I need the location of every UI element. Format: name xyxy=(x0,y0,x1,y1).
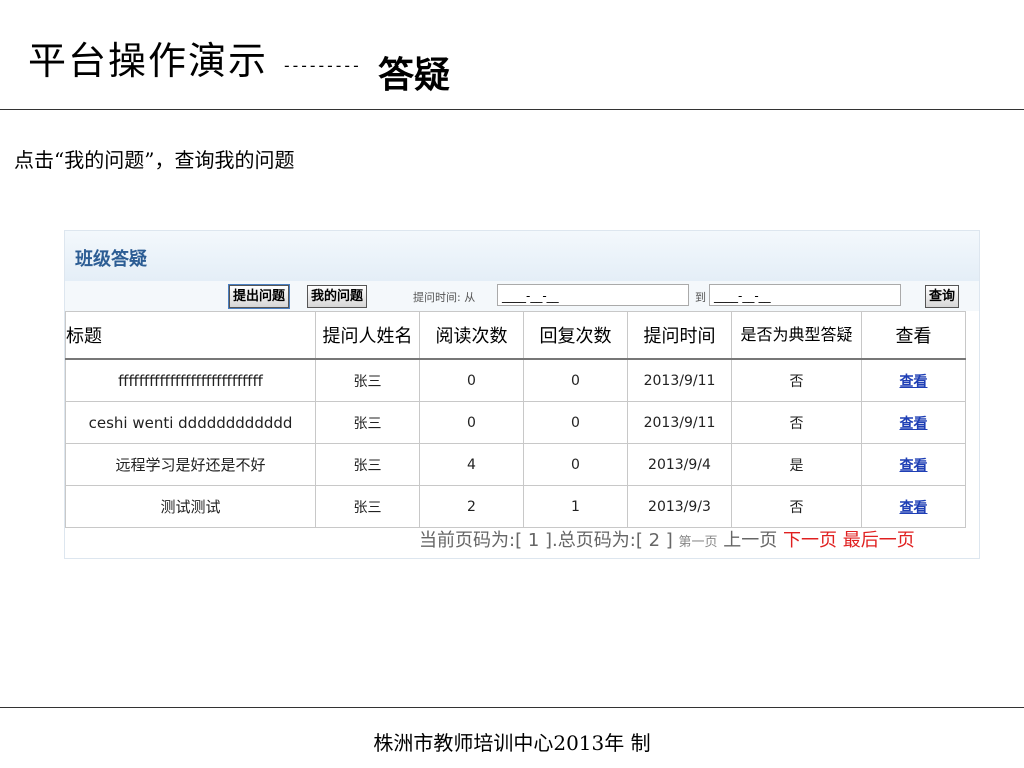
view-link[interactable]: 查看 xyxy=(900,374,928,390)
panel-title: 班级答疑 xyxy=(75,249,147,270)
table-row: ffffffffffffffffffffffffffff 张三 0 0 2013… xyxy=(65,358,966,402)
date-to-input[interactable]: ____-__-__ xyxy=(709,284,901,306)
header-view: 查看 xyxy=(861,311,966,360)
row-reads: 4 xyxy=(419,443,524,486)
header-reads: 阅读次数 xyxy=(419,311,524,360)
row-typical: 否 xyxy=(731,358,862,402)
title-separator: --------- xyxy=(282,56,361,75)
row-title: 测试测试 xyxy=(65,485,316,528)
row-replies: 0 xyxy=(523,443,628,486)
row-title: 远程学习是好还是不好 xyxy=(65,443,316,486)
date-from-input[interactable]: ____-__-__ xyxy=(497,284,689,306)
view-link[interactable]: 查看 xyxy=(900,416,928,432)
slide-title: 平台操作演示 xyxy=(28,39,269,83)
row-title: ffffffffffffffffffffffffffff xyxy=(65,358,316,402)
panel-header: 班级答疑 xyxy=(65,231,979,281)
row-typical: 否 xyxy=(731,485,862,528)
table-row: 远程学习是好还是不好 张三 4 0 2013/9/4 是 查看 xyxy=(65,443,966,486)
first-page-link[interactable]: 第一页 xyxy=(679,535,718,550)
last-page-link[interactable]: 最后一页 xyxy=(843,530,915,551)
table-header-row: 标题 提问人姓名 阅读次数 回复次数 提问时间 是否为典型答疑 查看 xyxy=(65,311,966,360)
row-asker: 张三 xyxy=(315,485,420,528)
row-view-cell: 查看 xyxy=(861,358,966,402)
table-row: ceshi wenti dddddddddddd 张三 0 0 2013/9/1… xyxy=(65,401,966,444)
pagination: 当前页码为:[ 1 ].总页码为:[ 2 ] 第一页 上一页 下一页 最后一页 xyxy=(419,526,915,552)
row-time: 2013/9/11 xyxy=(627,401,732,444)
row-replies: 0 xyxy=(523,358,628,402)
instruction-text: 点击“我的问题”，查询我的问题 xyxy=(14,148,295,172)
row-view-cell: 查看 xyxy=(861,443,966,486)
my-questions-button[interactable]: 我的问题 xyxy=(307,285,368,308)
view-link[interactable]: 查看 xyxy=(900,500,928,516)
header-replies: 回复次数 xyxy=(523,311,628,360)
row-time: 2013/9/11 xyxy=(627,358,732,402)
view-link[interactable]: 查看 xyxy=(900,458,928,474)
row-typical: 否 xyxy=(731,401,862,444)
pager-total-pages: [ 2 ] xyxy=(635,530,673,551)
top-divider xyxy=(0,109,1024,110)
row-reads: 2 xyxy=(419,485,524,528)
query-button[interactable]: 查询 xyxy=(925,285,960,308)
next-page-link[interactable]: 下一页 xyxy=(783,530,837,551)
table-row: 测试测试 张三 2 1 2013/9/3 否 查看 xyxy=(65,485,966,528)
row-view-cell: 查看 xyxy=(861,401,966,444)
row-reads: 0 xyxy=(419,401,524,444)
header-typical: 是否为典型答疑 xyxy=(731,311,862,360)
slide-footer: 株洲市教师培训中心2013年 制 xyxy=(373,731,651,755)
prev-page-link[interactable]: 上一页 xyxy=(723,530,777,551)
row-typical: 是 xyxy=(731,443,862,486)
toolbar: 提出问题 我的问题 提问时间: 从 ____-__-__ 到 ____-__-_… xyxy=(65,281,979,311)
row-replies: 1 xyxy=(523,485,628,528)
header-title: 标题 xyxy=(65,311,316,360)
bottom-divider xyxy=(0,707,1024,708)
qa-panel-screenshot: 班级答疑 提出问题 我的问题 提问时间: 从 ____-__-__ 到 ____… xyxy=(64,230,980,559)
pager-total-label: .总页码为: xyxy=(552,530,636,551)
row-time: 2013/9/4 xyxy=(627,443,732,486)
row-reads: 0 xyxy=(419,358,524,402)
row-view-cell: 查看 xyxy=(861,485,966,528)
row-asker: 张三 xyxy=(315,358,420,402)
pager-current-page: [ 1 ] xyxy=(515,530,553,551)
time-from-label: 提问时间: 从 xyxy=(413,291,476,304)
slide-subtitle: 答疑 xyxy=(378,54,451,96)
questions-table: 标题 提问人姓名 阅读次数 回复次数 提问时间 是否为典型答疑 查看 fffff… xyxy=(65,311,966,528)
header-asker: 提问人姓名 xyxy=(315,311,420,360)
row-replies: 0 xyxy=(523,401,628,444)
row-asker: 张三 xyxy=(315,443,420,486)
pager-current-label: 当前页码为: xyxy=(419,530,516,551)
ask-question-button[interactable]: 提出问题 xyxy=(227,284,291,309)
row-time: 2013/9/3 xyxy=(627,485,732,528)
time-to-label: 到 xyxy=(695,291,706,304)
row-title: ceshi wenti dddddddddddd xyxy=(65,401,316,444)
header-time: 提问时间 xyxy=(627,311,732,360)
row-asker: 张三 xyxy=(315,401,420,444)
